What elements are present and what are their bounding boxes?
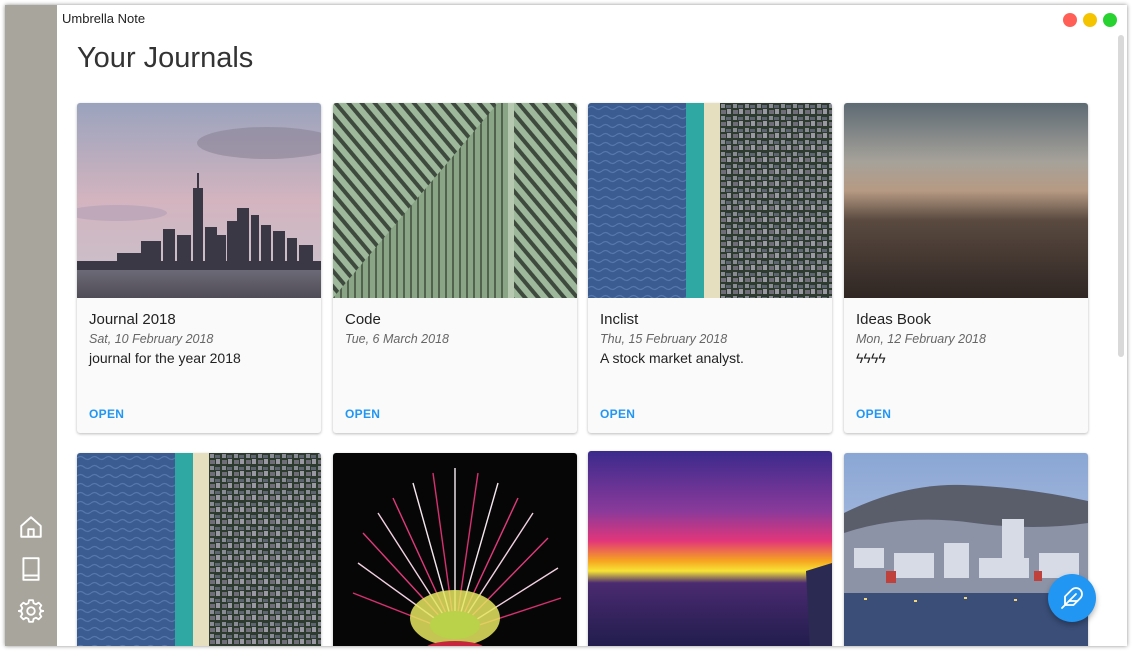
journal-cover-image (844, 103, 1088, 298)
sidebar (5, 5, 57, 646)
open-journal-button[interactable]: OPEN (89, 407, 124, 421)
journal-cover-image (844, 453, 1088, 646)
journal-card[interactable] (77, 453, 321, 646)
journal-cover-image (77, 453, 321, 646)
journals-button[interactable] (18, 556, 44, 582)
journal-title: Ideas Book (856, 311, 932, 328)
journal-card[interactable] (333, 453, 577, 646)
journal-date: Sat, 10 February 2018 (89, 332, 214, 346)
journal-date: Tue, 6 March 2018 (345, 332, 449, 346)
home-icon (20, 516, 42, 538)
journal-card: Journal 2018 Sat, 10 February 2018 journ… (77, 103, 321, 433)
maximize-window-button[interactable] (1103, 13, 1117, 27)
journal-cover-image (77, 103, 321, 298)
journal-card: Code Tue, 6 March 2018 OPEN (333, 103, 577, 433)
open-journal-button[interactable]: OPEN (600, 407, 635, 421)
journal-cover-image (333, 453, 577, 646)
new-journal-button[interactable] (1048, 574, 1096, 622)
journal-title: Code (345, 311, 381, 328)
journal-cover-image (588, 451, 832, 646)
journal-date: Thu, 15 February 2018 (600, 332, 728, 346)
scrollbar[interactable] (1115, 33, 1127, 646)
app-window: Umbrella Note Your Journals Journal 2018… (5, 5, 1127, 646)
journal-cover-image (333, 103, 577, 298)
gear-icon (18, 599, 44, 623)
minimize-window-button[interactable] (1083, 13, 1097, 27)
app-title: Umbrella Note (62, 11, 146, 26)
journal-card: Inclist Thu, 15 February 2018 A stock ma… (588, 103, 832, 433)
open-journal-button[interactable]: OPEN (856, 407, 891, 421)
journal-description: ϟϟϟϟ (856, 350, 886, 366)
home-button[interactable] (18, 514, 44, 540)
journal-cover-image (588, 103, 832, 298)
open-journal-button[interactable]: OPEN (345, 407, 380, 421)
journal-description: journal for the year 2018 (89, 350, 241, 366)
close-window-button[interactable] (1063, 13, 1077, 27)
journal-card: Ideas Book Mon, 12 February 2018 ϟϟϟϟ OP… (844, 103, 1088, 433)
titlebar: Umbrella Note (57, 5, 1127, 33)
book-icon (22, 557, 40, 581)
journal-card[interactable] (844, 453, 1088, 646)
feather-icon (1061, 587, 1083, 609)
journal-description: A stock market analyst. (600, 350, 744, 366)
scrollbar-thumb[interactable] (1118, 35, 1124, 357)
journal-title: Inclist (600, 311, 639, 328)
journal-card[interactable] (588, 451, 832, 646)
journal-date: Mon, 12 February 2018 (856, 332, 986, 346)
settings-button[interactable] (18, 598, 44, 624)
page-title: Your Journals (77, 42, 254, 74)
journal-title: Journal 2018 (89, 311, 176, 328)
